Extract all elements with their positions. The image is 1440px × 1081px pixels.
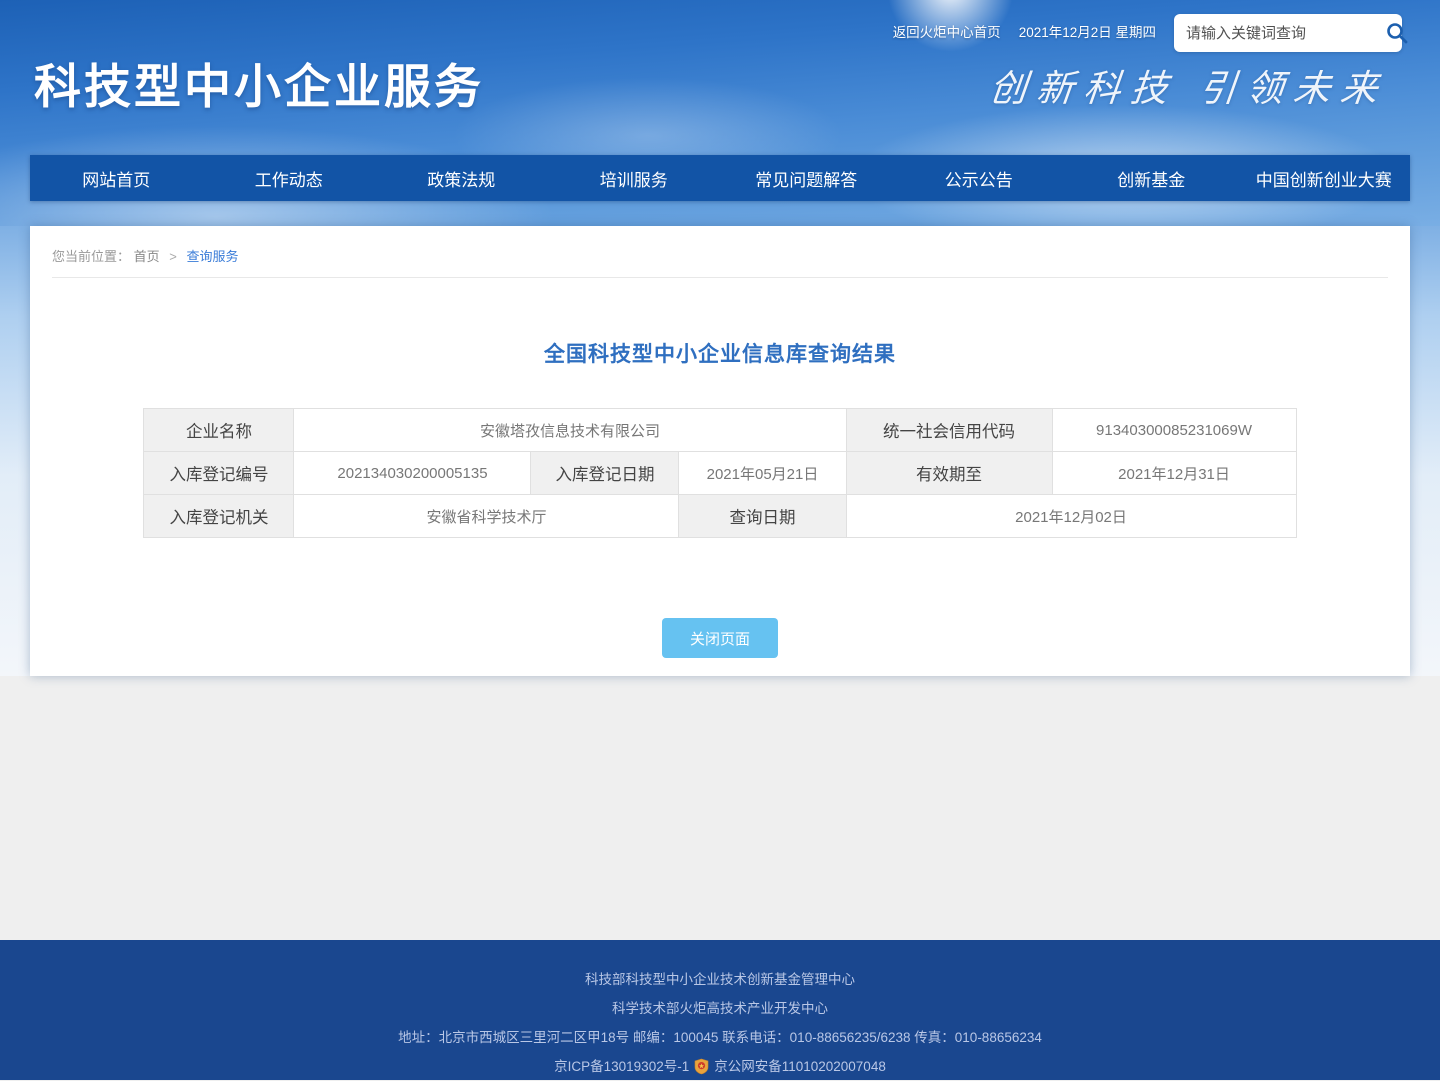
page-title: 全国科技型中小企业信息库查询结果 <box>30 338 1410 368</box>
header-banner: 科技型中小企业服务 创新科技 引领未来 返回火炬中心首页 2021年12月2日 … <box>0 0 1440 155</box>
breadcrumb: 您当前位置： 首页 > 查询服务 <box>52 226 1388 278</box>
reg-agency-value: 安徽省科学技术厅 <box>294 495 679 538</box>
page-header: 科技型中小企业服务 创新科技 引领未来 返回火炬中心首页 2021年12月2日 … <box>0 0 1440 226</box>
credit-code-label: 统一社会信用代码 <box>846 409 1052 452</box>
nav-item-announcements[interactable]: 公示公告 <box>893 155 1066 201</box>
close-page-button[interactable]: 关闭页面 <box>662 618 778 658</box>
nav-item-policies[interactable]: 政策法规 <box>375 155 548 201</box>
breadcrumb-prefix: 您当前位置： <box>52 249 130 264</box>
lower-background <box>0 676 1440 940</box>
reg-date-value: 2021年05月21日 <box>679 452 846 495</box>
nav-item-work-updates[interactable]: 工作动态 <box>203 155 376 201</box>
security-record-link[interactable]: 京公网安备11010202007048 <box>714 1052 886 1081</box>
content-background: 您当前位置： 首页 > 查询服务 全国科技型中小企业信息库查询结果 企业名称 安… <box>0 226 1440 676</box>
credit-code-value: 91340300085231069W <box>1052 409 1296 452</box>
current-date: 2021年12月2日 星期四 <box>1019 14 1156 52</box>
header-top-bar: 返回火炬中心首页 2021年12月2日 星期四 <box>893 14 1402 52</box>
footer-org-line-2: 科学技术部火炬高技术产业开发中心 <box>0 994 1440 1023</box>
query-date-label: 查询日期 <box>679 495 846 538</box>
reg-number-label: 入库登记编号 <box>144 452 294 495</box>
result-card: 您当前位置： 首页 > 查询服务 全国科技型中小企业信息库查询结果 企业名称 安… <box>30 226 1410 676</box>
nav-item-faq[interactable]: 常见问题解答 <box>720 155 893 201</box>
nav-item-training[interactable]: 培训服务 <box>548 155 721 201</box>
query-date-value: 2021年12月02日 <box>846 495 1296 538</box>
footer-registration-line: 京ICP备13019302号-1 京公网安备11010202007048 <box>0 1052 1440 1081</box>
breadcrumb-home-link[interactable]: 首页 <box>134 249 160 264</box>
search-box[interactable] <box>1174 14 1402 52</box>
company-name-label: 企业名称 <box>144 409 294 452</box>
valid-until-label: 有效期至 <box>846 452 1052 495</box>
reg-number-value: 202134030200005135 <box>294 452 531 495</box>
police-badge-icon <box>693 1058 710 1075</box>
table-row: 入库登记编号 202134030200005135 入库登记日期 2021年05… <box>144 452 1296 495</box>
nav-item-home[interactable]: 网站首页 <box>30 155 203 201</box>
breadcrumb-separator: > <box>169 249 177 264</box>
footer-address-line: 地址：北京市西城区三里河二区甲18号 邮编：100045 联系电话：010-88… <box>0 1023 1440 1052</box>
search-button[interactable] <box>1385 18 1409 48</box>
page-footer: 科技部科技型中小企业技术创新基金管理中心 科学技术部火炬高技术产业开发中心 地址… <box>0 940 1440 1080</box>
company-name-value: 安徽塔孜信息技术有限公司 <box>294 409 846 452</box>
site-slogan: 创新科技 引领未来 <box>987 58 1390 112</box>
main-navigation: 网站首页 工作动态 政策法规 培训服务 常见问题解答 公示公告 创新基金 中国创… <box>30 155 1410 201</box>
breadcrumb-current-link[interactable]: 查询服务 <box>187 249 239 264</box>
icp-license-link[interactable]: 京ICP备13019302号-1 <box>554 1052 689 1081</box>
reg-date-label: 入库登记日期 <box>531 452 679 495</box>
table-row: 入库登记机关 安徽省科学技术厅 查询日期 2021年12月02日 <box>144 495 1296 538</box>
footer-org-line-1: 科技部科技型中小企业技术创新基金管理中心 <box>0 965 1440 994</box>
torch-center-home-link[interactable]: 返回火炬中心首页 <box>893 14 1001 52</box>
result-table: 企业名称 安徽塔孜信息技术有限公司 统一社会信用代码 9134030008523… <box>143 408 1296 538</box>
table-row: 企业名称 安徽塔孜信息技术有限公司 统一社会信用代码 9134030008523… <box>144 409 1296 452</box>
site-logo: 科技型中小企业服务 <box>34 48 484 117</box>
search-icon <box>1385 21 1409 45</box>
nav-item-innovation-fund[interactable]: 创新基金 <box>1065 155 1238 201</box>
nav-item-innovation-contest[interactable]: 中国创新创业大赛 <box>1238 155 1411 201</box>
search-input[interactable] <box>1186 25 1385 42</box>
reg-agency-label: 入库登记机关 <box>144 495 294 538</box>
valid-until-value: 2021年12月31日 <box>1052 452 1296 495</box>
